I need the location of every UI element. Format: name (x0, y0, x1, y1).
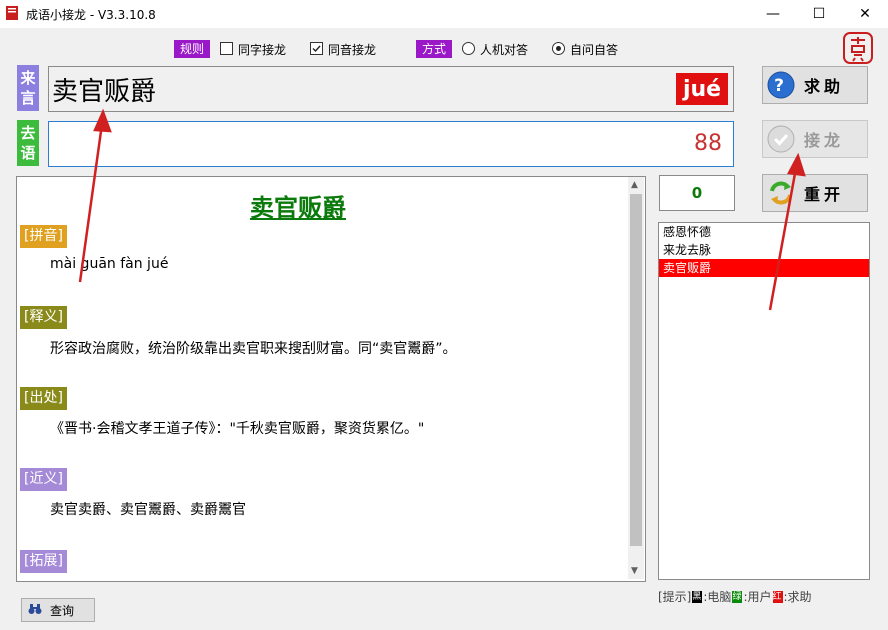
annotation-arrows (0, 0, 888, 630)
